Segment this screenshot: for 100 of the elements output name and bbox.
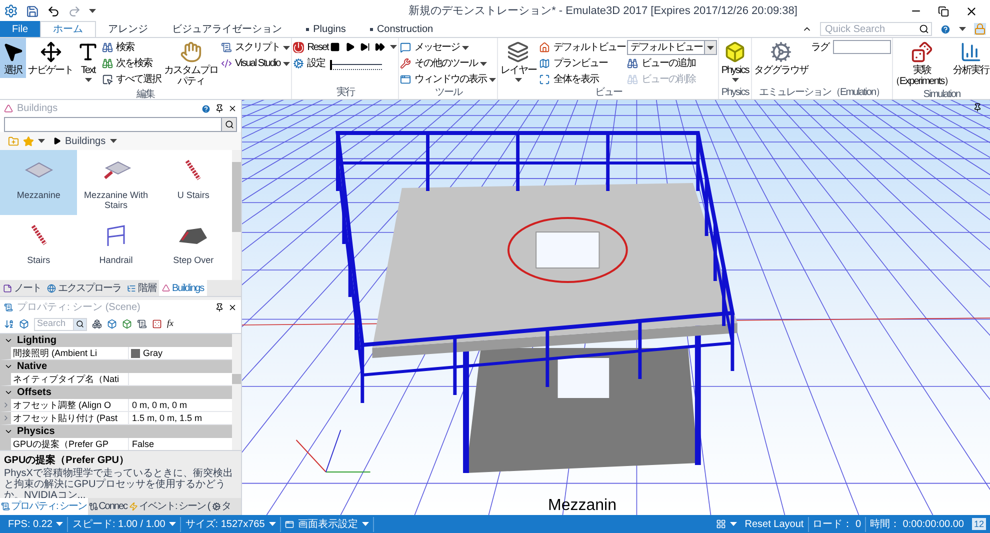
category-header[interactable]: Native — [0, 360, 232, 373]
quick-search-field[interactable]: Quick Search — [820, 22, 932, 36]
catalog-search-field[interactable] — [4, 117, 222, 132]
cube-icon[interactable] — [19, 319, 29, 329]
status-dropdown[interactable]: 画面表示設定 — [280, 516, 374, 532]
ribbon-button[interactable]: 設定 — [293, 56, 328, 71]
file-tab[interactable]: File — [0, 21, 40, 37]
help-icon[interactable] — [201, 104, 211, 114]
close-icon[interactable] — [965, 4, 978, 18]
catalog-item[interactable]: Handrail — [77, 215, 155, 280]
speed-slider[interactable] — [330, 60, 382, 70]
ribbon-button[interactable]: 実験（Experiments） — [892, 38, 951, 89]
ribbon-button[interactable]: スクリプト — [221, 40, 290, 55]
ribbon-tab[interactable]: アレンジ — [96, 21, 160, 37]
panel-tab[interactable]: プロパティ: シーン — [0, 498, 88, 515]
stop-icon[interactable] — [330, 42, 340, 52]
catalog-item[interactable]: Mezzanine With Stairs — [77, 150, 155, 215]
ribbon-button[interactable]: ウィンドウの表示 — [400, 72, 496, 87]
boxes-icon[interactable] — [92, 319, 102, 329]
scrollbar-thumb[interactable] — [232, 162, 241, 232]
panel-tab[interactable]: エクスプローラ — [44, 280, 124, 296]
script-icon[interactable] — [137, 319, 147, 329]
ribbon-button[interactable]: 全体を表示 — [539, 72, 626, 87]
notification-badge[interactable]: 12 — [972, 518, 986, 530]
ribbon-button[interactable]: カスタムプロパティ — [162, 38, 220, 89]
restore-icon[interactable] — [938, 6, 949, 16]
pin-icon[interactable] — [215, 303, 224, 312]
panel-tab[interactable]: タ — [210, 498, 232, 515]
layout-icon[interactable] — [716, 519, 726, 529]
ribbon-tab[interactable]: Plugins — [294, 21, 358, 37]
ribbon-button[interactable]: その他のツール — [400, 56, 496, 71]
scrollbar[interactable] — [232, 334, 241, 450]
cube-icon[interactable] — [107, 319, 117, 329]
ribbon-button[interactable]: レイヤー — [498, 38, 538, 84]
undo-icon[interactable] — [47, 4, 60, 18]
tag-input[interactable] — [832, 40, 891, 54]
search-button[interactable] — [222, 117, 237, 132]
star-icon[interactable] — [23, 136, 34, 146]
binoculars-icon — [102, 58, 113, 69]
close-icon[interactable] — [228, 303, 237, 312]
scrollbar[interactable] — [232, 150, 241, 280]
status-dropdown[interactable]: FPS: 0.22 — [4, 516, 68, 532]
catalog-item[interactable]: U Stairs — [154, 150, 232, 215]
breadcrumb[interactable]: Buildings — [65, 134, 106, 148]
property-row[interactable]: ネイティブタイプ名（Nati — [0, 373, 232, 386]
catalog-item[interactable]: Step Over — [154, 215, 232, 280]
search-button[interactable] — [74, 318, 87, 330]
ribbon-button[interactable]: すべて選択 — [102, 72, 161, 87]
ribbon-button[interactable]: 次を検索 — [102, 56, 161, 71]
ribbon-button[interactable]: デフォルトビュー — [539, 40, 626, 55]
ribbon-button[interactable]: 検索 — [102, 40, 161, 55]
panel-tab[interactable]: Connec — [88, 498, 128, 515]
ribbon-button[interactable]: ビューの追加 — [627, 56, 718, 71]
status-dropdown[interactable]: サイズ: 1527x765 — [181, 516, 281, 532]
save-icon[interactable] — [26, 4, 39, 18]
category-header[interactable]: Lighting — [0, 334, 232, 347]
reset-layout-button[interactable]: Reset Layout — [740, 516, 809, 532]
dice-icon[interactable] — [152, 319, 162, 329]
scrollbar-thumb[interactable] — [232, 374, 241, 384]
ribbon-tab[interactable]: ホーム — [40, 21, 96, 37]
search-icon[interactable] — [919, 24, 929, 34]
step-icon[interactable] — [360, 42, 370, 52]
ribbon-button[interactable]: タググラウザ — [752, 38, 810, 78]
catalog-item[interactable]: Stairs — [0, 215, 78, 280]
sort-icon[interactable] — [4, 319, 14, 329]
redo-icon[interactable] — [68, 4, 81, 18]
property-row[interactable]: オフセット調整 (Align O 0 m, 0 m, 0 m — [0, 399, 232, 412]
play-icon[interactable] — [345, 42, 356, 52]
fast-forward-icon[interactable] — [375, 42, 386, 52]
ribbon-button[interactable]: Visual Studio — [221, 56, 290, 71]
property-row[interactable]: 間接照明 (Ambient Li Gray — [0, 347, 232, 360]
bullet-icon — [306, 28, 310, 30]
pin-icon[interactable] — [215, 104, 224, 113]
ribbon-button[interactable]: Text — [75, 38, 101, 84]
panel-tab[interactable]: 階層 — [124, 280, 159, 296]
view-dropdown[interactable]: デフォルトビュー — [627, 40, 718, 55]
ribbon-button[interactable]: Physics — [719, 38, 751, 84]
cube-icon[interactable] — [122, 319, 132, 329]
ribbon-button[interactable]: 選択 — [0, 38, 26, 78]
ribbon-tab[interactable]: ビジュアライゼーション — [160, 21, 294, 37]
property-row[interactable]: オフセット貼り付け (Past 1.5 m, 0 m, 1.5 m — [0, 412, 232, 425]
ribbon-button[interactable]: Reset — [293, 40, 328, 55]
panel-tab[interactable]: イベント: シーン ( — [128, 498, 211, 515]
catalog-item[interactable]: Mezzanine — [0, 150, 78, 215]
ribbon-button[interactable]: メッセージ — [400, 40, 496, 55]
slider-thumb[interactable] — [330, 60, 332, 70]
help-icon[interactable] — [940, 24, 951, 34]
panel-tab[interactable]: Buildings — [159, 280, 207, 296]
close-icon[interactable] — [228, 104, 237, 113]
function-button[interactable]: fx — [167, 317, 174, 331]
status-dropdown[interactable]: スピード: 1.00 / 1.00 — [68, 516, 182, 532]
pin-icon[interactable] — [973, 103, 982, 112]
property-search-field[interactable]: Search — [34, 318, 74, 330]
ribbon-button[interactable]: ナビゲート — [26, 38, 75, 78]
ribbon-tab[interactable]: Construction — [358, 21, 446, 37]
ribbon-button[interactable]: 分析実行 — [950, 38, 990, 78]
category-header[interactable]: Offsets — [0, 386, 232, 399]
panel-tab[interactable]: ノート — [0, 280, 44, 296]
category-header[interactable]: Physics — [0, 425, 232, 438]
ribbon-button[interactable]: プランビュー — [539, 56, 626, 71]
